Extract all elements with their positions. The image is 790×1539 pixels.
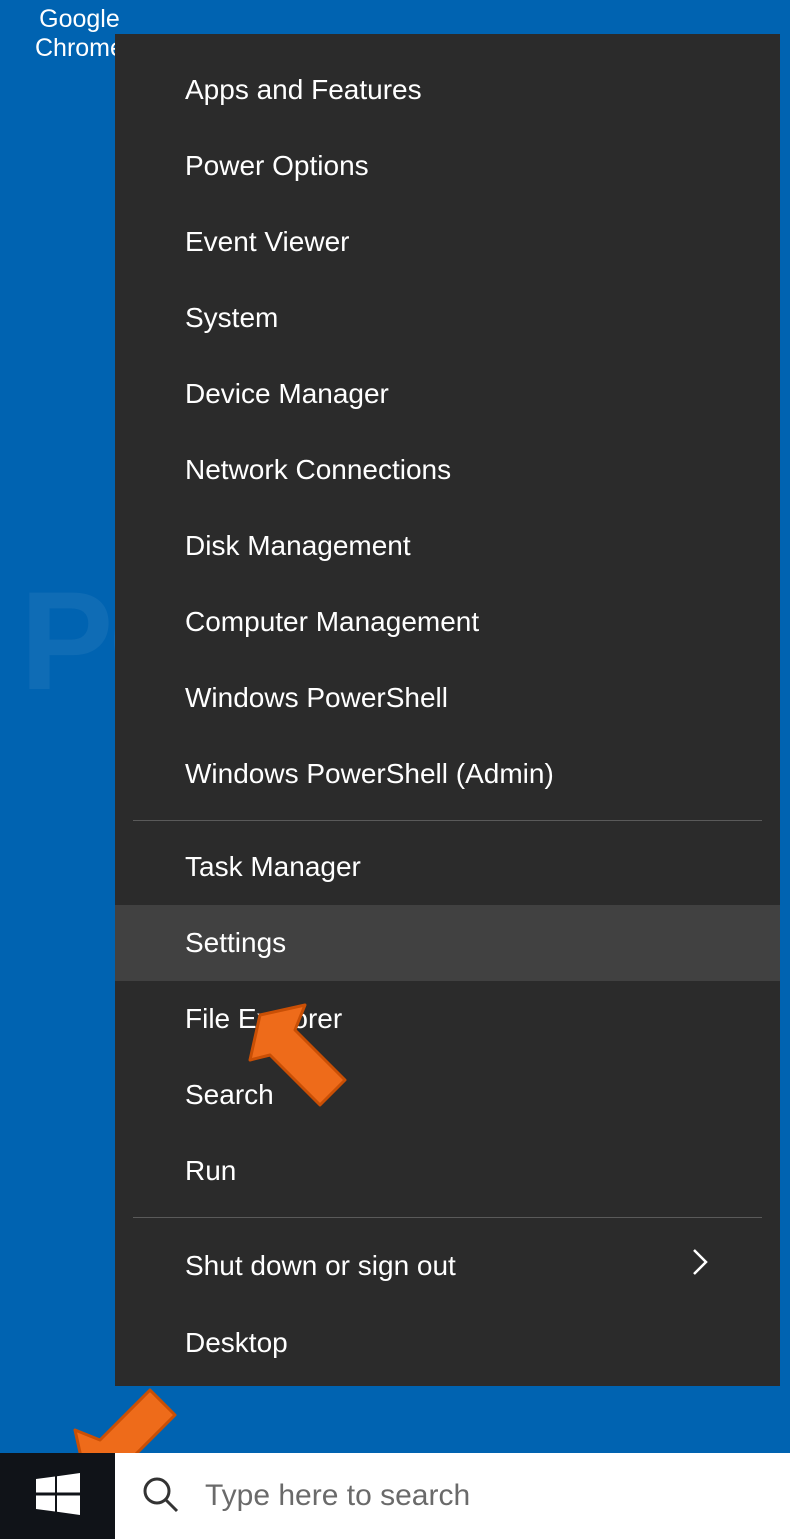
menu-item-label: Search xyxy=(185,1079,274,1111)
menu-item-label: Desktop xyxy=(185,1327,288,1359)
menu-item-system[interactable]: System xyxy=(115,280,780,356)
menu-item-device-manager[interactable]: Device Manager xyxy=(115,356,780,432)
menu-item-computer-management[interactable]: Computer Management xyxy=(115,584,780,660)
menu-item-label: Device Manager xyxy=(185,378,389,410)
menu-item-label: Disk Management xyxy=(185,530,411,562)
taskbar: Type here to search xyxy=(0,1453,790,1539)
menu-item-network-connections[interactable]: Network Connections xyxy=(115,432,780,508)
menu-item-event-viewer[interactable]: Event Viewer xyxy=(115,204,780,280)
menu-item-task-manager[interactable]: Task Manager xyxy=(115,829,780,905)
menu-item-label: Event Viewer xyxy=(185,226,349,258)
winx-context-menu: Apps and Features Power Options Event Vi… xyxy=(115,34,780,1386)
menu-item-label: Windows PowerShell (Admin) xyxy=(185,758,554,790)
menu-item-label: Power Options xyxy=(185,150,369,182)
menu-item-shut-down-or-sign-out[interactable]: Shut down or sign out xyxy=(115,1226,780,1305)
menu-item-label: System xyxy=(185,302,278,334)
start-button[interactable] xyxy=(0,1453,115,1539)
menu-item-power-options[interactable]: Power Options xyxy=(115,128,780,204)
menu-item-label: Network Connections xyxy=(185,454,451,486)
menu-item-label: Settings xyxy=(185,927,286,959)
menu-item-label: Shut down or sign out xyxy=(185,1250,456,1282)
menu-item-desktop[interactable]: Desktop xyxy=(115,1305,780,1381)
menu-item-search[interactable]: Search xyxy=(115,1057,780,1133)
chrome-label: Google Chrome xyxy=(35,5,124,63)
menu-item-label: File Explorer xyxy=(185,1003,342,1035)
taskbar-search-box[interactable]: Type here to search xyxy=(115,1453,790,1539)
menu-item-windows-powershell[interactable]: Windows PowerShell xyxy=(115,660,780,736)
menu-item-label: Apps and Features xyxy=(185,74,422,106)
menu-item-windows-powershell-admin[interactable]: Windows PowerShell (Admin) xyxy=(115,736,780,812)
menu-item-label: Task Manager xyxy=(185,851,361,883)
search-icon xyxy=(140,1474,180,1519)
menu-item-label: Windows PowerShell xyxy=(185,682,448,714)
menu-separator xyxy=(133,1217,762,1218)
desktop-icon-chrome[interactable]: Google Chrome xyxy=(35,5,124,63)
menu-separator xyxy=(133,820,762,821)
menu-item-file-explorer[interactable]: File Explorer xyxy=(115,981,780,1057)
menu-item-disk-management[interactable]: Disk Management xyxy=(115,508,780,584)
windows-logo-icon xyxy=(36,1472,80,1521)
menu-item-apps-and-features[interactable]: Apps and Features xyxy=(115,52,780,128)
menu-item-settings[interactable]: Settings xyxy=(115,905,780,981)
chevron-right-icon xyxy=(692,1248,710,1283)
search-placeholder: Type here to search xyxy=(205,1479,470,1513)
menu-item-run[interactable]: Run xyxy=(115,1133,780,1209)
menu-item-label: Computer Management xyxy=(185,606,479,638)
menu-item-label: Run xyxy=(185,1155,236,1187)
